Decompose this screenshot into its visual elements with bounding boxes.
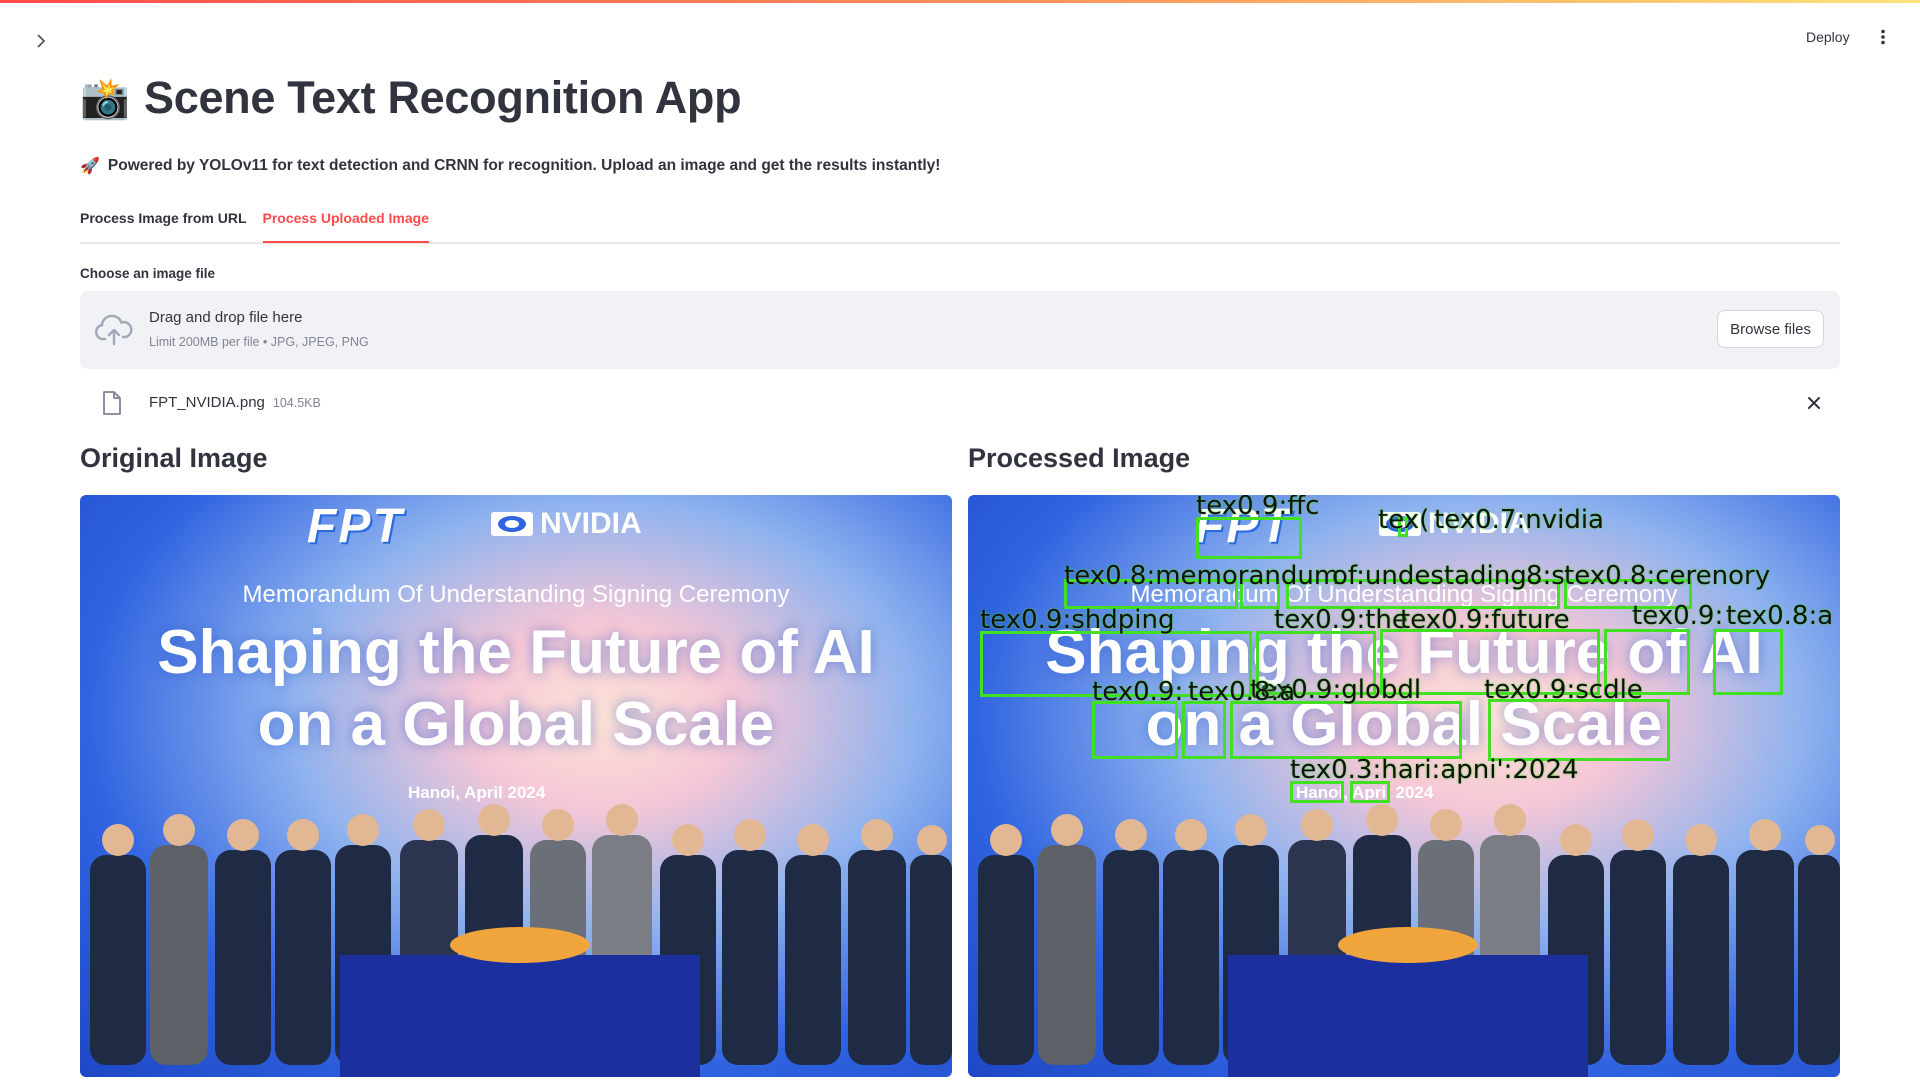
browse-files-button[interactable]: Browse files — [1717, 310, 1824, 348]
detection-label: tex0.8:a — [1726, 601, 1834, 631]
headline-line-2: on a Global Scale — [257, 690, 775, 759]
deploy-button[interactable]: Deploy — [1806, 26, 1850, 48]
detection-label: tex0.9:scdle — [1484, 675, 1643, 705]
fpt-logo: FPT — [307, 500, 404, 553]
rocket-icon: 🚀 — [80, 158, 100, 175]
main-content: 📸 Scene Text Recognition App 🚀 Powered b… — [80, 60, 1840, 1077]
file-dropzone[interactable]: Drag and drop file here Limit 200MB per … — [80, 291, 1840, 369]
detection-box — [1488, 699, 1670, 761]
dropzone-limit: Limit 200MB per file • JPG, JPEG, PNG — [149, 335, 369, 349]
uploaded-file-name: FPT_NVIDIA.png 104.5KB — [149, 394, 321, 411]
uploader-label: Choose an image file — [80, 266, 216, 281]
detection-label: of:undestading — [1332, 561, 1527, 591]
tab-process-url[interactable]: Process Image from URL — [80, 200, 247, 240]
page-title-text: Scene Text Recognition App — [144, 72, 742, 123]
detection-box — [1182, 701, 1226, 759]
processed-column: Processed Image FPT NVIDIA Memorandum Of… — [968, 443, 1840, 1077]
dropzone-instructions: Drag and drop file here — [149, 309, 303, 326]
uploaded-file-row: FPT_NVIDIA.png 104.5KB — [80, 383, 1840, 423]
cloud-upload-icon — [94, 314, 133, 346]
detection-box — [1092, 701, 1178, 759]
camera-icon: 📸 — [80, 76, 130, 121]
tab-process-uploaded[interactable]: Process Uploaded Image — [262, 200, 429, 243]
detection-box — [1196, 517, 1302, 559]
detection-label: tex0.3:hari:apni':2024 — [1290, 755, 1579, 785]
detection-box — [1713, 629, 1783, 695]
page-title: 📸 Scene Text Recognition App — [80, 60, 1840, 136]
people-silhouettes — [978, 804, 1840, 1077]
nvidia-logo: NVIDIA — [490, 507, 642, 541]
detection-label: tex0.8:a — [1188, 677, 1296, 707]
detection-label: tex0.9: — [1092, 677, 1184, 707]
file-size: 104.5KB — [272, 396, 321, 410]
detection-label: tex( — [1378, 505, 1430, 535]
detection-label: tex0.7:nvidia — [1434, 505, 1604, 535]
chevron-right-icon[interactable] — [30, 30, 52, 52]
nvidia-logo-text: NVIDIA — [540, 507, 642, 540]
nvidia-eye-icon — [491, 512, 533, 536]
detection-label: tex0.9:the — [1274, 605, 1408, 635]
close-icon[interactable] — [1804, 393, 1824, 413]
headline-line-1: Shaping the Future of AI — [157, 618, 875, 687]
detection-label: tex0.9:ffc — [1196, 495, 1320, 521]
detection-label: 8:s — [1526, 561, 1565, 591]
subtitle-text: Powered by YOLOv11 for text detection an… — [107, 157, 941, 174]
original-column: Original Image FPT NVIDIA Memorandum Of … — [80, 443, 952, 1077]
detection-label: tex0.8:memorandum — [1064, 561, 1340, 591]
detection-label: tex0.8:cerenory — [1564, 561, 1771, 591]
detection-label: tex0.9:future — [1400, 605, 1570, 635]
detection-label: tex0.9:shdping — [980, 605, 1175, 635]
processed-image: FPT NVIDIA Memorandum Of Understanding S… — [968, 495, 1840, 1077]
mou-text: Memorandum Of Understanding Signing Cere… — [242, 581, 790, 608]
original-image: FPT NVIDIA Memorandum Of Understanding S… — [80, 495, 952, 1077]
people-silhouettes — [90, 804, 952, 1077]
top-decoration-bar — [0, 0, 1920, 3]
file-icon — [103, 391, 121, 415]
tab-bar: Process Image from URL Process Uploaded … — [80, 200, 1840, 244]
detection-box — [1230, 701, 1462, 759]
file-name-text: FPT_NVIDIA.png — [149, 394, 265, 411]
image-columns: Original Image FPT NVIDIA Memorandum Of … — [80, 443, 1840, 1077]
kebab-menu-icon[interactable] — [1875, 26, 1891, 48]
processed-heading: Processed Image — [968, 443, 1191, 473]
detection-label: tex0.9: — [1632, 601, 1724, 631]
original-heading: Original Image — [80, 443, 268, 473]
subtitle: 🚀 Powered by YOLOv11 for text detection … — [80, 156, 1840, 176]
